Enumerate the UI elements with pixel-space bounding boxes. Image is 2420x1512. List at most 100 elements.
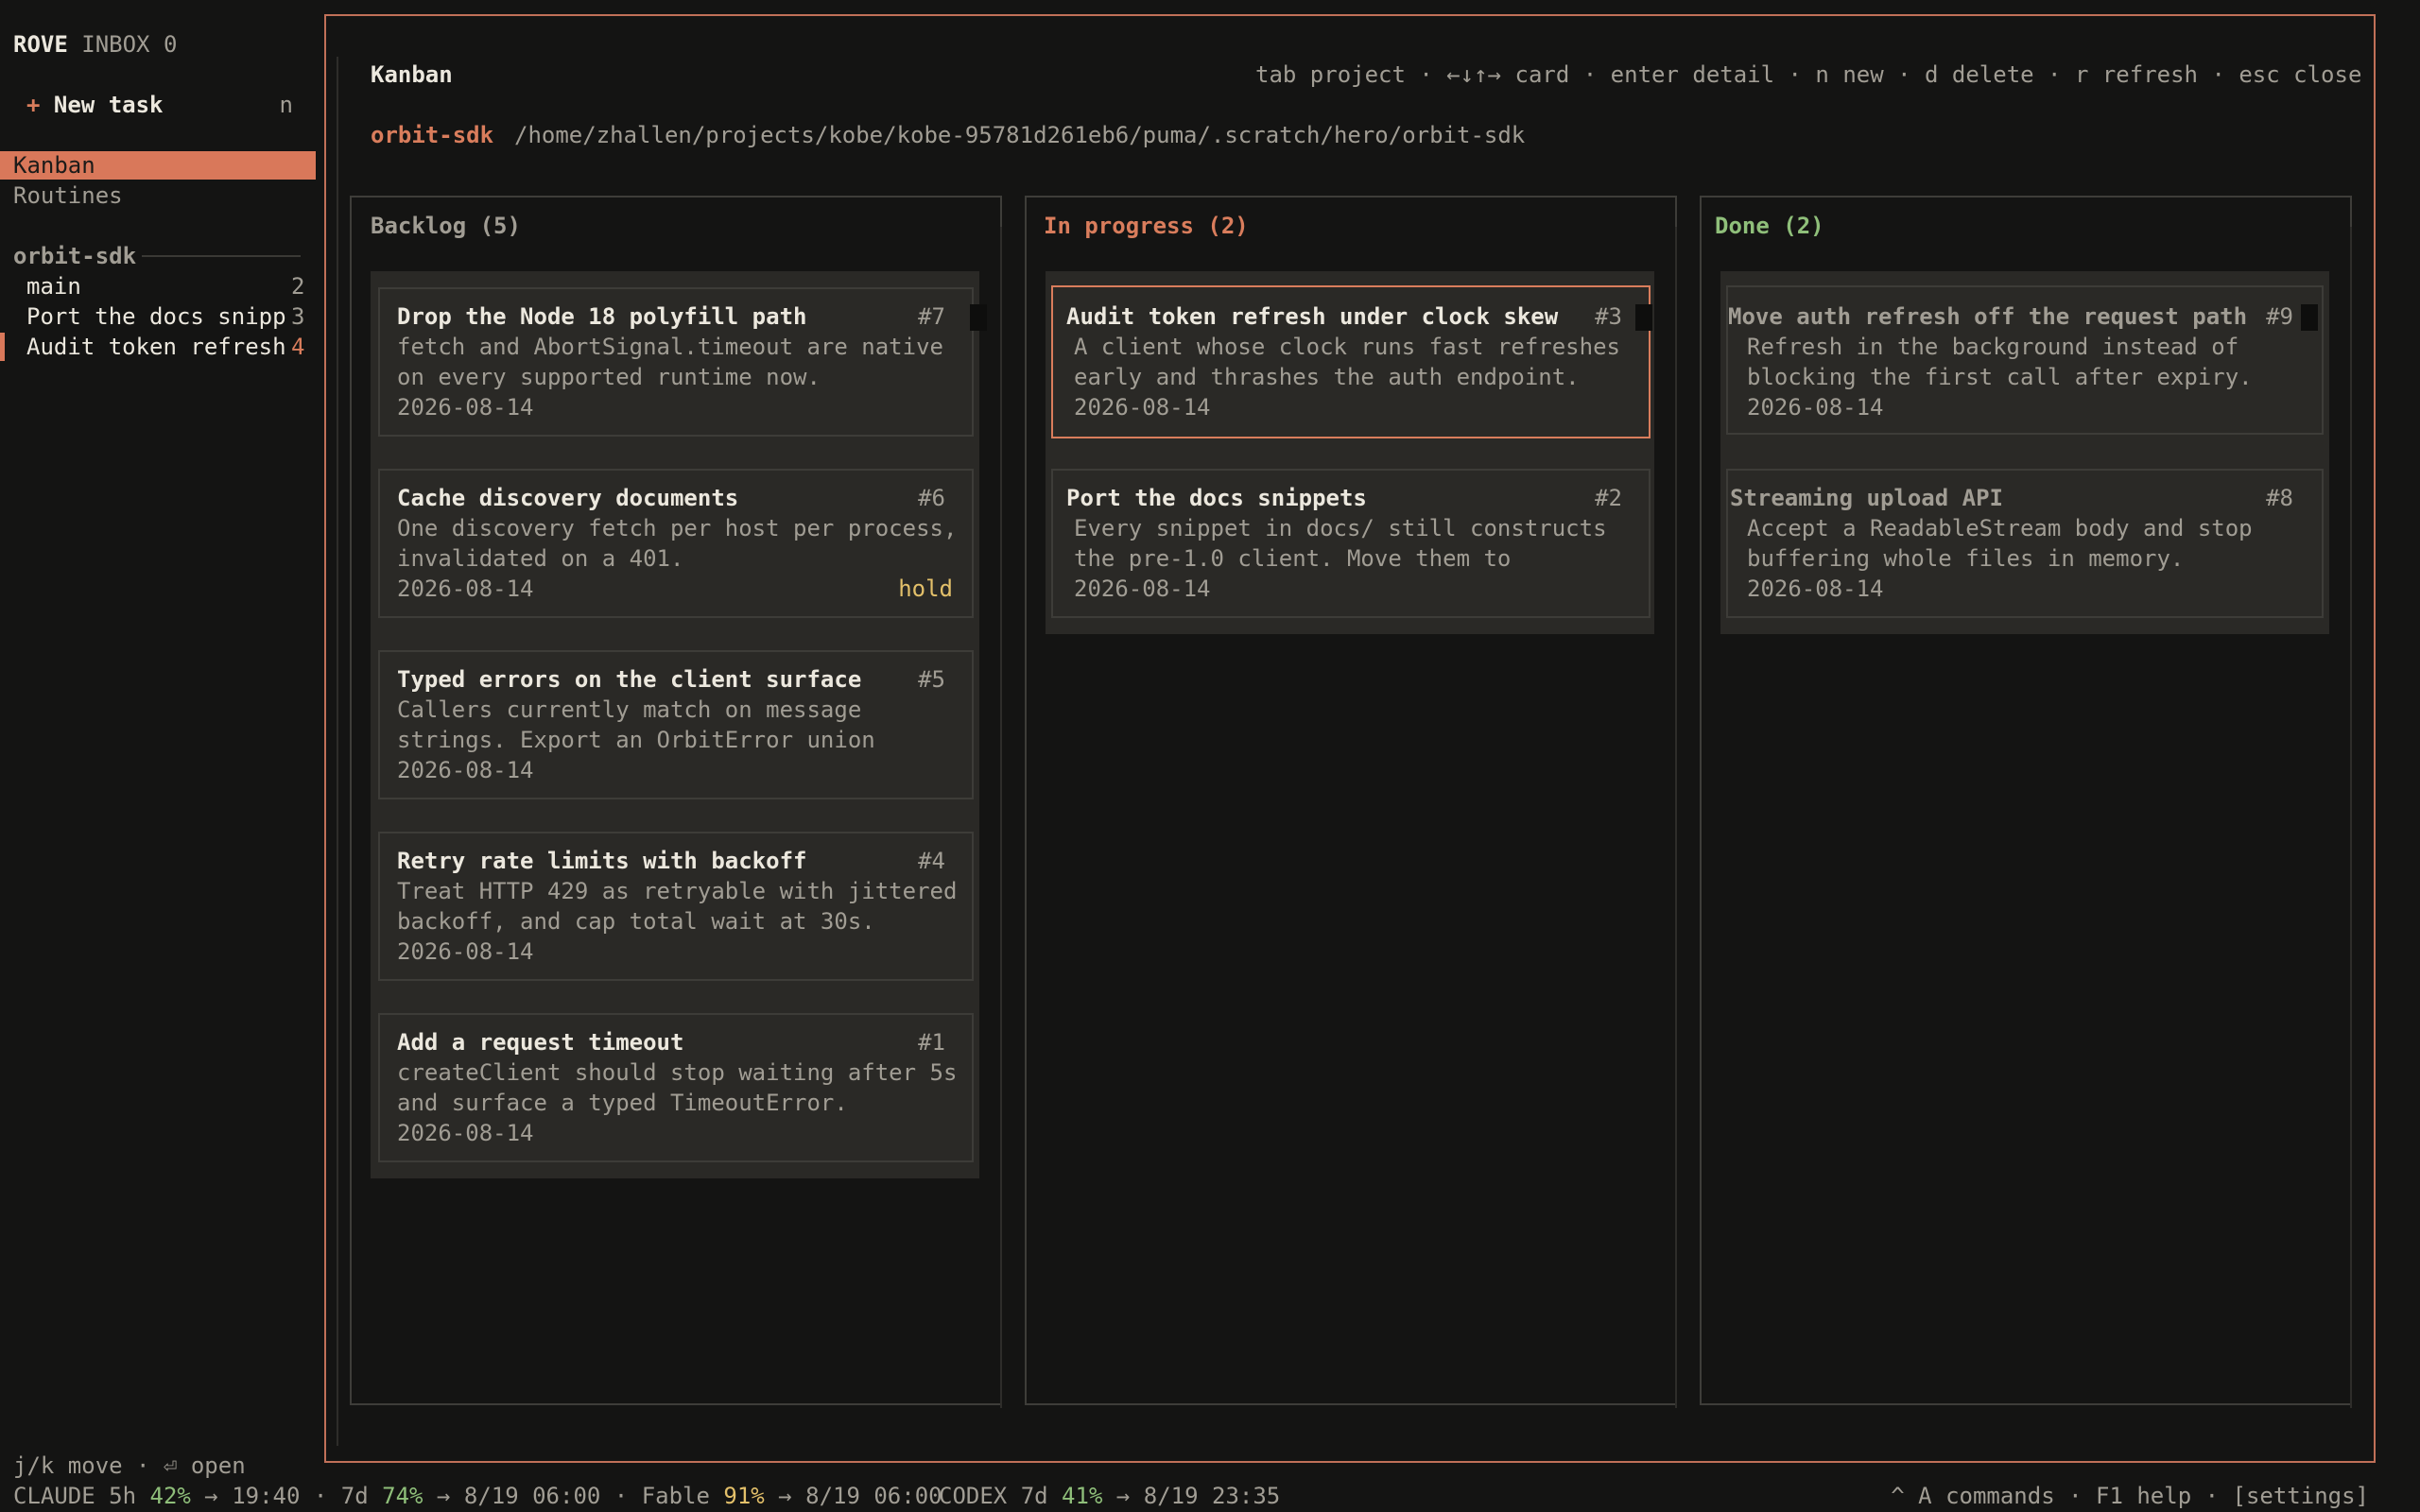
card-8[interactable]: Streaming upload API #8 Accept a Readabl… xyxy=(1726,469,2324,618)
card-9[interactable]: Move auth refresh off the request path #… xyxy=(1726,285,2324,435)
session-count: 2 xyxy=(291,273,305,300)
project-divider xyxy=(142,255,301,257)
app-name: ROVE xyxy=(13,31,68,58)
card-desc-line: the pre-1.0 client. Move them to xyxy=(1074,545,1512,572)
session-item-port-docs[interactable]: Port the docs snipp xyxy=(26,301,286,332)
card-date: 2026-08-14 xyxy=(1074,394,1211,421)
session-count: 4 xyxy=(291,334,305,360)
codex-status: CODEX 7d 41% → 8/19 23:35 xyxy=(939,1481,1280,1511)
card-title: Typed errors on the client surface xyxy=(397,666,862,693)
card-date: 2026-08-14 xyxy=(397,576,534,602)
card-desc-line: Treat HTTP 429 as retryable with jittere… xyxy=(397,878,958,904)
card-date: 2026-08-14 xyxy=(1074,576,1211,602)
panel-title: Kanban xyxy=(371,61,453,88)
card-id: #2 xyxy=(1595,485,1622,511)
session-item-main[interactable]: main xyxy=(26,271,81,301)
column-title-in-progress[interactable]: In progress (2) xyxy=(1044,211,1249,241)
card-date: 2026-08-14 xyxy=(397,757,534,783)
card-id: #8 xyxy=(2266,485,2293,511)
session-label: Audit token refresh xyxy=(26,334,286,360)
card-desc-line: Accept a ReadableStream body and stop xyxy=(1747,515,2253,541)
new-task-shortcut: n xyxy=(279,92,293,118)
project-heading[interactable]: orbit-sdk xyxy=(13,241,136,271)
scroll-guide xyxy=(2350,227,2352,1408)
codex-reset: → 8/19 23:35 xyxy=(1102,1483,1281,1509)
column-title-backlog[interactable]: Backlog (5) xyxy=(371,211,521,241)
hold-badge: hold xyxy=(898,576,953,602)
card-id: #5 xyxy=(918,666,945,693)
card-id: #4 xyxy=(918,848,945,874)
new-task-button[interactable]: + New task n xyxy=(26,90,293,120)
session-count: 3 xyxy=(291,303,305,330)
card-desc-line: Refresh in the background instead of xyxy=(1747,334,2239,360)
card-id: #6 xyxy=(918,485,945,511)
card-desc-line: backoff, and cap total wait at 30s. xyxy=(397,908,875,935)
nav-item-kanban[interactable]: Kanban xyxy=(13,150,95,180)
card-title: Audit token refresh under clock skew xyxy=(1066,303,1559,330)
card-date: 2026-08-14 xyxy=(397,1120,534,1146)
scroll-thumb[interactable] xyxy=(1635,304,1652,331)
card-desc-line: invalidated on a 401. xyxy=(397,545,684,572)
card-desc-line: on every supported runtime now. xyxy=(397,364,821,390)
card-desc-line: Every snippet in docs/ still constructs xyxy=(1074,515,1607,541)
card-desc-line: createClient should stop waiting after 5… xyxy=(397,1059,958,1086)
card-title: Port the docs snippets xyxy=(1066,485,1367,511)
session-item-audit-token[interactable]: Audit token refresh xyxy=(26,332,286,362)
claude-7d-reset: → 8/19 06:00 · Fable xyxy=(423,1483,724,1509)
plus-icon: + xyxy=(26,92,41,118)
card-title: Streaming upload API xyxy=(1730,485,2003,511)
card-desc-line: blocking the first call after expiry. xyxy=(1747,364,2253,390)
card-id: #9 xyxy=(2266,303,2293,330)
card-title: Add a request timeout xyxy=(397,1029,684,1056)
sidebar-key-hints: j/k move · ⏎ open xyxy=(13,1452,246,1479)
claude-5h-reset: → 19:40 · 7d xyxy=(190,1483,383,1509)
scroll-guide xyxy=(1000,227,1002,1408)
card-desc-line: and surface a typed TimeoutError. xyxy=(397,1090,848,1116)
card-1[interactable]: Add a request timeout #1 createClient sh… xyxy=(378,1013,974,1162)
project-name[interactable]: orbit-sdk xyxy=(371,120,493,150)
card-id: #1 xyxy=(918,1029,945,1056)
card-date: 2026-08-14 xyxy=(1747,394,1884,421)
claude-5h-pct: 42% xyxy=(149,1483,191,1509)
nav-item-routines[interactable]: Routines xyxy=(13,180,123,211)
fable-reset: → 8/19 06:00 xyxy=(764,1483,942,1509)
claude-7d-pct: 74% xyxy=(382,1483,424,1509)
app-title: ROVE INBOX 0 xyxy=(13,29,177,60)
inbox-count[interactable]: INBOX 0 xyxy=(81,31,177,58)
card-desc-line: strings. Export an OrbitError union xyxy=(397,727,875,753)
usage-status: CLAUDE 5h 42% → 19:40 · 7d 74% → 8/19 06… xyxy=(13,1481,942,1511)
codex-pct: 41% xyxy=(1062,1483,1103,1509)
commands-help-settings[interactable]: ^ A commands · F1 help · [settings] xyxy=(1891,1481,2369,1511)
scroll-guide xyxy=(1675,227,1677,1408)
claude-label: CLAUDE 5h xyxy=(13,1483,150,1509)
codex-label: CODEX 7d xyxy=(939,1483,1063,1509)
sidebar: ROVE INBOX 0 + New task n Kanban Routines… xyxy=(0,0,321,1512)
card-id: #7 xyxy=(918,303,945,330)
card-2[interactable]: Port the docs snippets #2 Every snippet … xyxy=(1051,469,1651,618)
card-5[interactable]: Typed errors on the client surface #5 Ca… xyxy=(378,650,974,799)
card-date: 2026-08-14 xyxy=(397,394,534,421)
card-7[interactable]: Drop the Node 18 polyfill path #7 fetch … xyxy=(378,287,974,437)
card-6[interactable]: Cache discovery documents #6 One discove… xyxy=(378,469,974,618)
card-desc-line: A client whose clock runs fast refreshes xyxy=(1074,334,1620,360)
scroll-guide xyxy=(337,57,338,1446)
project-path: /home/zhallen/projects/kobe/kobe-95781d2… xyxy=(514,122,1526,148)
scroll-thumb[interactable] xyxy=(970,304,987,331)
card-desc-line: early and thrashes the auth endpoint. xyxy=(1074,364,1580,390)
card-title: Move auth refresh off the request path xyxy=(1728,303,2248,330)
card-4[interactable]: Retry rate limits with backoff #4 Treat … xyxy=(378,832,974,981)
card-title: Retry rate limits with backoff xyxy=(397,848,807,874)
fable-pct: 91% xyxy=(723,1483,765,1509)
card-id: #3 xyxy=(1595,303,1622,330)
card-date: 2026-08-14 xyxy=(1747,576,1884,602)
session-label: Port the docs snipp xyxy=(26,303,286,330)
card-title: Cache discovery documents xyxy=(397,485,739,511)
scroll-thumb[interactable] xyxy=(2301,304,2318,331)
column-title-done[interactable]: Done (2) xyxy=(1715,211,1824,241)
card-desc-line: fetch and AbortSignal.timeout are native xyxy=(397,334,943,360)
new-task-label: New task xyxy=(53,92,164,118)
session-label: main xyxy=(26,273,81,300)
card-3[interactable]: Audit token refresh under clock skew #3 … xyxy=(1051,285,1651,438)
card-title: Drop the Node 18 polyfill path xyxy=(397,303,807,330)
card-desc-line: One discovery fetch per host per process… xyxy=(397,515,958,541)
